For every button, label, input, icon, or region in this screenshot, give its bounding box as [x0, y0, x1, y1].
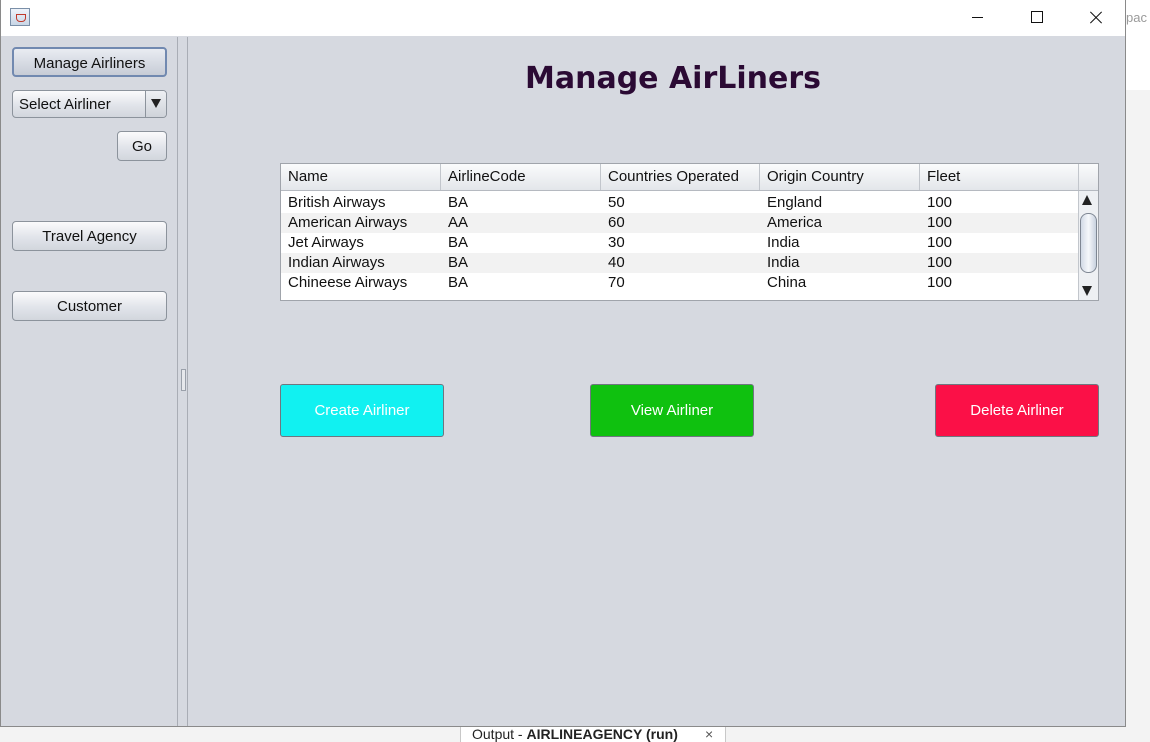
table-row[interactable]: Jet Airways BA 30 India 100: [281, 233, 1078, 253]
column-header-fleet[interactable]: Fleet: [920, 164, 1079, 190]
cell-origin-country: America: [767, 214, 823, 231]
maximize-button[interactable]: [1008, 0, 1066, 36]
table-scrollbar[interactable]: [1078, 191, 1098, 300]
scrollbar-thumb[interactable]: [1080, 213, 1097, 273]
table-body: British Airways BA 50 England 100 Americ…: [281, 191, 1078, 300]
minimize-button[interactable]: [949, 0, 1007, 36]
column-header-countries-operated[interactable]: Countries Operated: [601, 164, 760, 190]
chevron-down-icon: [151, 99, 161, 108]
cell-name: British Airways: [288, 194, 386, 211]
airliners-table[interactable]: Name AirlineCode Countries Operated Orig…: [280, 163, 1099, 301]
background-ide-text: pac: [1126, 10, 1147, 25]
select-airliner-value: Select Airliner: [19, 96, 111, 113]
output-tab-prefix: Output -: [472, 727, 527, 742]
cell-countries-operated: 70: [608, 274, 625, 291]
cell-origin-country: England: [767, 194, 823, 211]
create-airliner-button[interactable]: Create Airliner: [280, 384, 444, 437]
cell-origin-country: China: [767, 274, 807, 291]
cell-origin-country: India: [767, 254, 800, 271]
main-panel: Manage AirLiners Name AirlineCode Countr…: [189, 37, 1125, 726]
table-header: Name AirlineCode Countries Operated Orig…: [281, 164, 1098, 191]
app-window: Manage Airliners Select Airliner Go Trav…: [0, 0, 1126, 727]
cell-fleet: 100: [927, 254, 953, 271]
cell-name: Chineese Airways: [288, 274, 408, 291]
cell-fleet: 100: [927, 274, 953, 291]
table-row[interactable]: Chineese Airways BA 70 China 100: [281, 273, 1078, 293]
cell-fleet: 100: [927, 214, 953, 231]
cell-origin-country: India: [767, 234, 800, 251]
dropdown-toggle[interactable]: [145, 91, 166, 117]
split-pane-divider[interactable]: [177, 37, 188, 726]
java-cup-icon: [10, 8, 30, 26]
column-header-name[interactable]: Name: [281, 164, 441, 190]
delete-airliner-button[interactable]: Delete Airliner: [935, 384, 1099, 437]
cell-airline-code: BA: [448, 234, 469, 251]
select-airliner-dropdown[interactable]: Select Airliner: [12, 90, 167, 118]
cell-fleet: 100: [927, 194, 953, 211]
table-row[interactable]: British Airways BA 50 England 100: [281, 193, 1078, 213]
output-tab-close-icon[interactable]: ×: [705, 727, 713, 742]
view-airliner-button[interactable]: View Airliner: [590, 384, 754, 437]
cell-airline-code: BA: [448, 194, 469, 211]
title-bar: [1, 0, 1125, 36]
output-tab[interactable]: Output - AIRLINEAGENCY (run) ×: [460, 727, 726, 742]
cell-countries-operated: 30: [608, 234, 625, 251]
go-button[interactable]: Go: [117, 131, 167, 161]
table-row[interactable]: American Airways AA 60 America 100: [281, 213, 1078, 233]
scroll-up-arrow-icon[interactable]: [1082, 195, 1092, 205]
cell-name: Indian Airways: [288, 254, 385, 271]
background-ide-panel: [1125, 0, 1150, 742]
cell-name: American Airways: [288, 214, 408, 231]
column-header-airline-code[interactable]: AirlineCode: [441, 164, 601, 190]
cell-fleet: 100: [927, 234, 953, 251]
cell-countries-operated: 40: [608, 254, 625, 271]
cell-countries-operated: 60: [608, 214, 625, 231]
output-tab-project: AIRLINEAGENCY (run): [526, 727, 678, 742]
output-tab-label: Output - AIRLINEAGENCY (run): [472, 727, 678, 742]
cell-airline-code: BA: [448, 254, 469, 271]
close-button[interactable]: [1067, 0, 1125, 36]
travel-agency-button[interactable]: Travel Agency: [12, 221, 167, 251]
table-row[interactable]: Indian Airways BA 40 India 100: [281, 253, 1078, 273]
splitter-grip-icon[interactable]: [181, 369, 186, 391]
sidebar: Manage Airliners Select Airliner Go Trav…: [1, 37, 177, 726]
cell-name: Jet Airways: [288, 234, 364, 251]
column-header-origin-country[interactable]: Origin Country: [760, 164, 920, 190]
scroll-down-arrow-icon[interactable]: [1082, 286, 1092, 296]
cell-countries-operated: 50: [608, 194, 625, 211]
manage-airliners-button[interactable]: Manage Airliners: [12, 47, 167, 77]
customer-button[interactable]: Customer: [12, 291, 167, 321]
page-title: Manage AirLiners: [525, 61, 822, 96]
cell-airline-code: AA: [448, 214, 469, 231]
cell-airline-code: BA: [448, 274, 469, 291]
